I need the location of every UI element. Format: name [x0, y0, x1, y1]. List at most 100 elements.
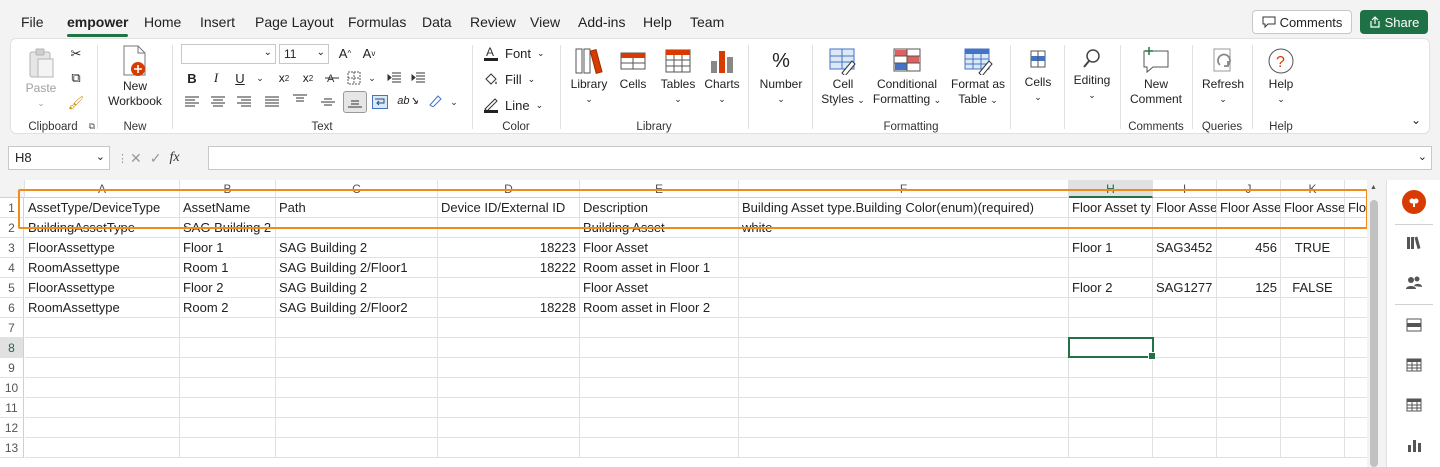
cell-c7[interactable]	[276, 318, 438, 338]
cell-f12[interactable]	[739, 418, 1069, 438]
row-header-6[interactable]: 6	[0, 298, 24, 318]
cell-i5[interactable]: SAG1277	[1153, 278, 1217, 298]
row-header-10[interactable]: 10	[0, 378, 24, 398]
row-header-8[interactable]: 8	[0, 338, 24, 358]
cell-e6[interactable]: Room asset in Floor 2	[580, 298, 739, 318]
cell-a7[interactable]	[25, 318, 180, 338]
cell-b10[interactable]	[180, 378, 276, 398]
cell-d4[interactable]: 18222	[438, 258, 580, 278]
cell-f7[interactable]	[739, 318, 1069, 338]
tables-button[interactable]: Tables ⌄	[657, 47, 699, 107]
font-name-dropdown[interactable]: ⌄	[181, 44, 276, 64]
cell-c2[interactable]	[276, 218, 438, 238]
strikethrough-icon[interactable]: A	[323, 69, 341, 87]
cell-b12[interactable]	[180, 418, 276, 438]
menu-empower[interactable]: empower	[67, 14, 129, 37]
cell-a8[interactable]	[25, 338, 180, 358]
cell-styles-button[interactable]: Cell Styles ⌄	[817, 47, 869, 108]
share-button[interactable]: Share	[1360, 10, 1428, 34]
italic-icon[interactable]: I	[207, 69, 225, 87]
cell-j1[interactable]: Floor Asse	[1217, 198, 1281, 218]
cell-k8[interactable]	[1281, 338, 1345, 358]
cell-d6[interactable]: 18228	[438, 298, 580, 318]
cell-k3[interactable]: TRUE	[1281, 238, 1345, 258]
cell-i11[interactable]	[1153, 398, 1217, 418]
cell-d12[interactable]	[438, 418, 580, 438]
cell-c3[interactable]: SAG Building 2	[276, 238, 438, 258]
cell-f13[interactable]	[739, 438, 1069, 458]
cell-e4[interactable]: Room asset in Floor 1	[580, 258, 739, 278]
cells-library-button[interactable]: Cells	[613, 47, 653, 92]
cell-a12[interactable]	[25, 418, 180, 438]
cell-f10[interactable]	[739, 378, 1069, 398]
cell-b7[interactable]	[180, 318, 276, 338]
cell-b5[interactable]: Floor 2	[180, 278, 276, 298]
cell-i6[interactable]	[1153, 298, 1217, 318]
cell-j13[interactable]	[1217, 438, 1281, 458]
cell-e13[interactable]	[580, 438, 739, 458]
cell-f2[interactable]: white	[739, 218, 1069, 238]
empower-logo-icon[interactable]	[1402, 190, 1426, 214]
cell-k6[interactable]	[1281, 298, 1345, 318]
justify-icon[interactable]	[263, 93, 281, 111]
contacts-side-icon[interactable]	[1403, 272, 1425, 294]
active-cell-selection[interactable]	[1068, 337, 1156, 360]
align-left-icon[interactable]	[183, 93, 201, 111]
menu-page-layout[interactable]: Page Layout	[255, 14, 334, 30]
cell-c13[interactable]	[276, 438, 438, 458]
cell-d5[interactable]	[438, 278, 580, 298]
column-header-e[interactable]: E	[580, 180, 739, 198]
menu-view[interactable]: View	[530, 14, 560, 30]
cell-i3[interactable]: SAG3452	[1153, 238, 1217, 258]
borders-dropdown-icon[interactable]: ⌄	[363, 69, 381, 87]
increase-font-size-icon[interactable]: A ^	[336, 44, 354, 62]
editing-button[interactable]: Editing ⌄	[1067, 47, 1117, 103]
cell-f6[interactable]	[739, 298, 1069, 318]
cell-d1[interactable]: Device ID/External ID	[438, 198, 580, 218]
cell-j6[interactable]	[1217, 298, 1281, 318]
cell-i9[interactable]	[1153, 358, 1217, 378]
select-all-corner[interactable]	[0, 180, 25, 198]
cell-i4[interactable]	[1153, 258, 1217, 278]
cell-i13[interactable]	[1153, 438, 1217, 458]
cell-k1[interactable]: Floor Asse	[1281, 198, 1345, 218]
font-size-dropdown[interactable]: 11 ⌄	[279, 44, 329, 64]
align-top-icon[interactable]	[291, 91, 309, 109]
worksheet-grid[interactable]: A B C D E F H I J K 1 2 3 4 5 6 7 8 9 10…	[0, 180, 1382, 467]
cell-e7[interactable]	[580, 318, 739, 338]
library-side-icon[interactable]	[1403, 232, 1425, 254]
cell-e2[interactable]: Building Asset	[580, 218, 739, 238]
library-button[interactable]: Library ⌄	[567, 47, 611, 107]
cell-h7[interactable]	[1069, 318, 1153, 338]
cell-j8[interactable]	[1217, 338, 1281, 358]
cell-h9[interactable]	[1069, 358, 1153, 378]
cell-k11[interactable]	[1281, 398, 1345, 418]
scrollbar-thumb[interactable]	[1370, 200, 1378, 467]
cells-button[interactable]: Cells ⌄	[1015, 47, 1061, 105]
cell-i1[interactable]: Floor Asse	[1153, 198, 1217, 218]
cell-e10[interactable]	[580, 378, 739, 398]
subscript-icon[interactable]: x2	[275, 69, 293, 87]
text-color-dropdown-icon[interactable]: ⌄	[445, 93, 463, 111]
cell-e11[interactable]	[580, 398, 739, 418]
column-header-i[interactable]: I	[1153, 180, 1217, 198]
cell-b1[interactable]: AssetName	[180, 198, 276, 218]
row-header-2[interactable]: 2	[0, 218, 24, 238]
refresh-button[interactable]: Refresh ⌄	[1197, 47, 1249, 107]
column-header-b[interactable]: B	[180, 180, 276, 198]
number-format-button[interactable]: % Number ⌄	[753, 47, 809, 107]
cell-i8[interactable]	[1153, 338, 1217, 358]
cell-h10[interactable]	[1069, 378, 1153, 398]
cell-k5[interactable]: FALSE	[1281, 278, 1345, 298]
cell-c5[interactable]: SAG Building 2	[276, 278, 438, 298]
cell-c6[interactable]: SAG Building 2/Floor2	[276, 298, 438, 318]
underline-icon[interactable]: U	[231, 69, 249, 87]
line-color-button[interactable]: Line ⌄	[483, 97, 543, 113]
menu-data[interactable]: Data	[422, 14, 452, 30]
menu-team[interactable]: Team	[690, 14, 724, 30]
orientation-icon[interactable]: ab↘	[397, 91, 418, 109]
help-button[interactable]: ? Help ⌄	[1257, 47, 1305, 107]
cell-j7[interactable]	[1217, 318, 1281, 338]
cell-k7[interactable]	[1281, 318, 1345, 338]
cell-f4[interactable]	[739, 258, 1069, 278]
